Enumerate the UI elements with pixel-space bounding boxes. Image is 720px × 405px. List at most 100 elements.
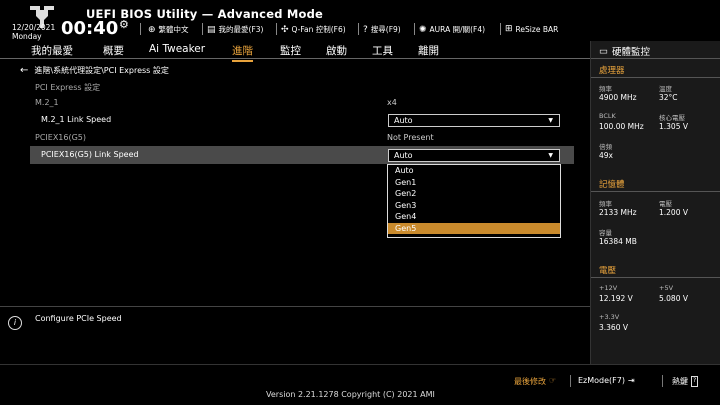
cpu-freq-label: 頻率 (599, 85, 612, 93)
ratio-label: 倍頻 (599, 143, 612, 151)
aura-label: AURA 開/關(F4) (429, 25, 486, 34)
m2-slot-value: x4 (387, 98, 397, 107)
chevron-down-icon: ▼ (548, 117, 553, 124)
ratio-value: 49x (599, 151, 613, 160)
v12-label: +12V (599, 284, 618, 292)
mem-capacity-value: 16384 MB (599, 237, 637, 246)
panel-divider (591, 58, 720, 59)
option-gen5[interactable]: Gen5 (388, 222, 560, 234)
ezmode-label: EzMode(F7) (578, 376, 625, 385)
hardware-monitor-panel: ▭ 硬體監控 處理器 頻率 溫度 4900 MHz 32°C BCLK 核心電壓… (590, 41, 720, 364)
date-display: 12/20/2021 Monday (12, 23, 55, 41)
aura-button[interactable]: ✺ AURA 開/關(F4) (419, 24, 485, 35)
pciex16-link-speed-label: PCIEX16(G5) Link Speed (41, 150, 139, 159)
help-search-icon: ? (363, 24, 368, 35)
option-gen2[interactable]: Gen2 (388, 188, 560, 200)
toolbar-divider (500, 23, 501, 35)
panel-divider (591, 277, 720, 278)
panel-divider (591, 77, 720, 78)
search-label: 搜尋(F9) (370, 25, 401, 34)
globe-icon: ⊕ (148, 24, 156, 35)
v5-label: +5V (659, 284, 674, 292)
menu-tool[interactable]: 工具 (372, 43, 393, 58)
option-gen4[interactable]: Gen4 (388, 211, 560, 223)
day-text: Monday (12, 31, 42, 41)
v12-value: 12.192 V (599, 294, 633, 303)
keyboard-icon: ? (691, 376, 699, 387)
menu-main[interactable]: 概要 (103, 43, 124, 58)
monitor-icon: ▭ (599, 45, 608, 57)
memory-heading: 記憶體 (599, 180, 625, 190)
v5-value: 5.080 V (659, 294, 688, 303)
m2-link-speed-dropdown[interactable]: Auto ▼ (388, 114, 560, 127)
favorites-button[interactable]: ▤ 我的最愛(F3) (207, 24, 263, 35)
ezmode-button[interactable]: EzMode(F7) ⇥ (578, 376, 635, 385)
section-title: PCI Express 設定 (35, 83, 101, 92)
back-arrow-icon[interactable]: ← (20, 65, 28, 76)
pciex16-slot-value: Not Present (387, 133, 434, 142)
vcore-value: 1.305 V (659, 122, 688, 131)
chevron-down-icon: ▼ (548, 152, 553, 159)
qfan-button[interactable]: ✣ Q-Fan 控制(F6) (281, 24, 346, 35)
language-button[interactable]: ⊕ 繁體中文 (148, 24, 189, 35)
pciex16-link-speed-dropdown[interactable]: Auto ▼ (388, 149, 560, 162)
vcore-label: 核心電壓 (659, 114, 685, 122)
menu-advanced[interactable]: 進階 (232, 43, 253, 62)
toolbar-divider (358, 23, 359, 35)
menu-monitor[interactable]: 監控 (280, 43, 301, 58)
menu-exit[interactable]: 離開 (418, 43, 439, 58)
resize-bar-label: ReSize BAR (515, 24, 559, 34)
option-gen1[interactable]: Gen1 (388, 177, 560, 189)
help-text: Configure PCIe Speed (35, 314, 122, 323)
version-text: Version 2.21.1278 Copyright (C) 2021 AMI (266, 390, 435, 399)
resize-bar-icon: ⊞ (505, 24, 513, 34)
breadcrumb[interactable]: ← 進階\系統代理設定\PCI Express 設定 (20, 65, 169, 76)
resize-bar-button[interactable]: ⊞ ReSize BAR (505, 24, 558, 34)
menu-favorites[interactable]: 我的最愛 (31, 43, 73, 58)
bclk-label: BCLK (599, 112, 616, 120)
pciex16-link-speed-value: Auto (394, 151, 413, 160)
cpu-freq-value: 4900 MHz (599, 93, 637, 102)
fan-icon: ✣ (281, 24, 289, 35)
last-modified-button[interactable]: 最後修改 ☞ (514, 376, 556, 387)
link-speed-options-list[interactable]: Auto Gen1 Gen2 Gen3 Gen4 Gen5 (387, 164, 561, 238)
menu-ai-tweaker[interactable]: Ai Tweaker (149, 43, 205, 55)
m2-slot-label: M.2_1 (35, 98, 59, 107)
hw-monitor-title-text: 硬體監控 (611, 47, 650, 58)
mem-capacity-label: 容量 (599, 229, 612, 237)
mem-volt-label: 電壓 (659, 200, 672, 208)
clock-settings-icon[interactable]: ⚙ (119, 18, 129, 31)
favorites-label: 我的最愛(F3) (218, 25, 264, 34)
v33-label: +3.3V (599, 313, 620, 321)
option-auto[interactable]: Auto (388, 165, 560, 177)
favorites-icon: ▤ (207, 24, 216, 35)
bclk-value: 100.00 MHz (599, 122, 644, 131)
last-modified-label: 最後修改 (514, 377, 546, 386)
clock: 00:40 (61, 18, 119, 39)
breadcrumb-text: 進階\系統代理設定\PCI Express 設定 (34, 66, 169, 75)
cpu-temp-label: 溫度 (659, 85, 672, 93)
hw-monitor-title: ▭ 硬體監控 (599, 44, 650, 59)
m2-link-speed-value: Auto (394, 116, 413, 125)
option-gen3[interactable]: Gen3 (388, 200, 560, 212)
hotkeys-button[interactable]: 熱鍵 ? (672, 376, 699, 387)
exit-icon: ⇥ (627, 376, 635, 385)
top-bar: UEFI BIOS Utility — Advanced Mode 12/20/… (0, 0, 720, 42)
mem-volt-value: 1.200 V (659, 208, 688, 217)
footer-separator (570, 375, 571, 387)
info-icon: i (8, 316, 22, 330)
mem-freq-value: 2133 MHz (599, 208, 637, 217)
main-menu: 我的最愛 概要 Ai Tweaker 進階 監控 啟動 工具 離開 (0, 41, 590, 62)
menu-boot[interactable]: 啟動 (326, 43, 347, 58)
v33-value: 3.360 V (599, 323, 628, 332)
cpu-heading: 處理器 (599, 66, 625, 76)
hand-cursor-icon: ☞ (549, 376, 557, 385)
footer-separator (662, 375, 663, 387)
footer-divider (0, 364, 720, 365)
m2-link-speed-label: M.2_1 Link Speed (41, 115, 112, 124)
voltage-heading: 電壓 (599, 266, 617, 276)
search-button[interactable]: ? 搜尋(F9) (363, 24, 401, 35)
qfan-label: Q-Fan 控制(F6) (291, 25, 346, 34)
language-label: 繁體中文 (158, 25, 189, 34)
toolbar-divider (414, 23, 415, 35)
